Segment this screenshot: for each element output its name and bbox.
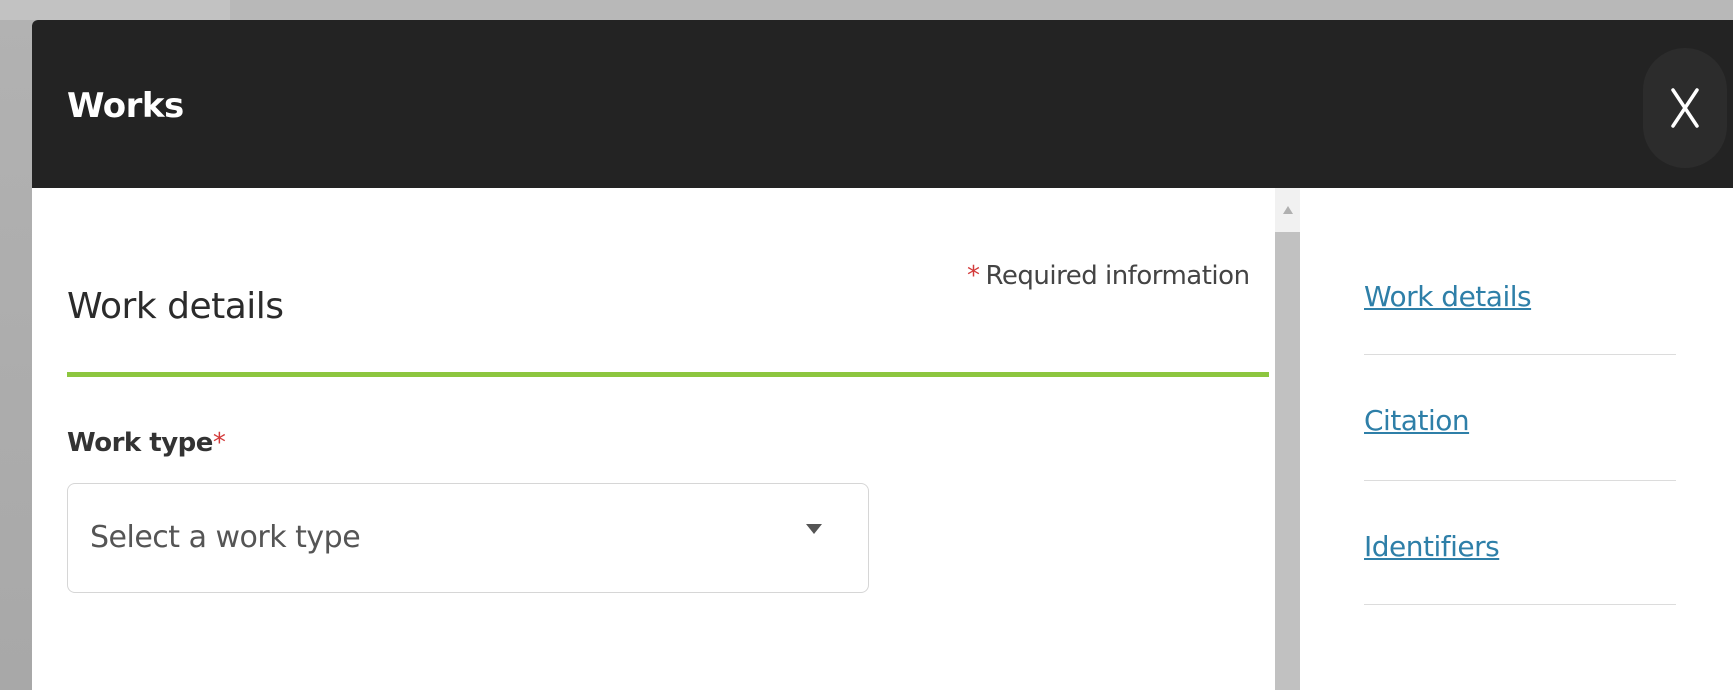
section-divider: [67, 372, 1269, 377]
vertical-scrollbar[interactable]: [1275, 188, 1300, 690]
scroll-up-arrow-icon[interactable]: [1283, 206, 1293, 214]
dropdown-arrow-icon: [806, 524, 822, 534]
nav-link-citation[interactable]: Citation: [1364, 404, 1470, 437]
close-button[interactable]: [1643, 48, 1727, 168]
form-panel: * Required information Work details Work …: [32, 188, 1272, 690]
nav-divider: [1364, 604, 1676, 605]
works-modal: Works * Required information Work details…: [32, 20, 1733, 690]
section-title: Work details: [67, 286, 284, 327]
modal-title: Works: [67, 86, 184, 126]
section-navigation: Work details Citation Identifiers: [1300, 188, 1733, 690]
required-note-text: Required information: [985, 261, 1251, 291]
work-type-placeholder: Select a work type: [90, 520, 361, 555]
page-backdrop-top: [230, 0, 1733, 20]
work-type-label: Work type*: [67, 428, 226, 458]
work-type-label-text: Work type: [67, 428, 213, 458]
nav-link-identifiers[interactable]: Identifiers: [1364, 530, 1500, 563]
page-backdrop-top-left: [0, 0, 230, 20]
required-star: *: [967, 261, 980, 291]
scrollbar-thumb[interactable]: [1275, 232, 1300, 690]
nav-divider: [1364, 480, 1676, 481]
required-information-note: * Required information: [967, 261, 1250, 291]
close-icon: [1671, 88, 1699, 128]
required-star: *: [212, 428, 226, 458]
page-backdrop: [0, 0, 36, 690]
work-type-select[interactable]: Select a work type: [67, 483, 869, 593]
nav-divider: [1364, 354, 1676, 355]
modal-header: Works: [32, 20, 1733, 188]
nav-link-work-details[interactable]: Work details: [1364, 280, 1532, 313]
